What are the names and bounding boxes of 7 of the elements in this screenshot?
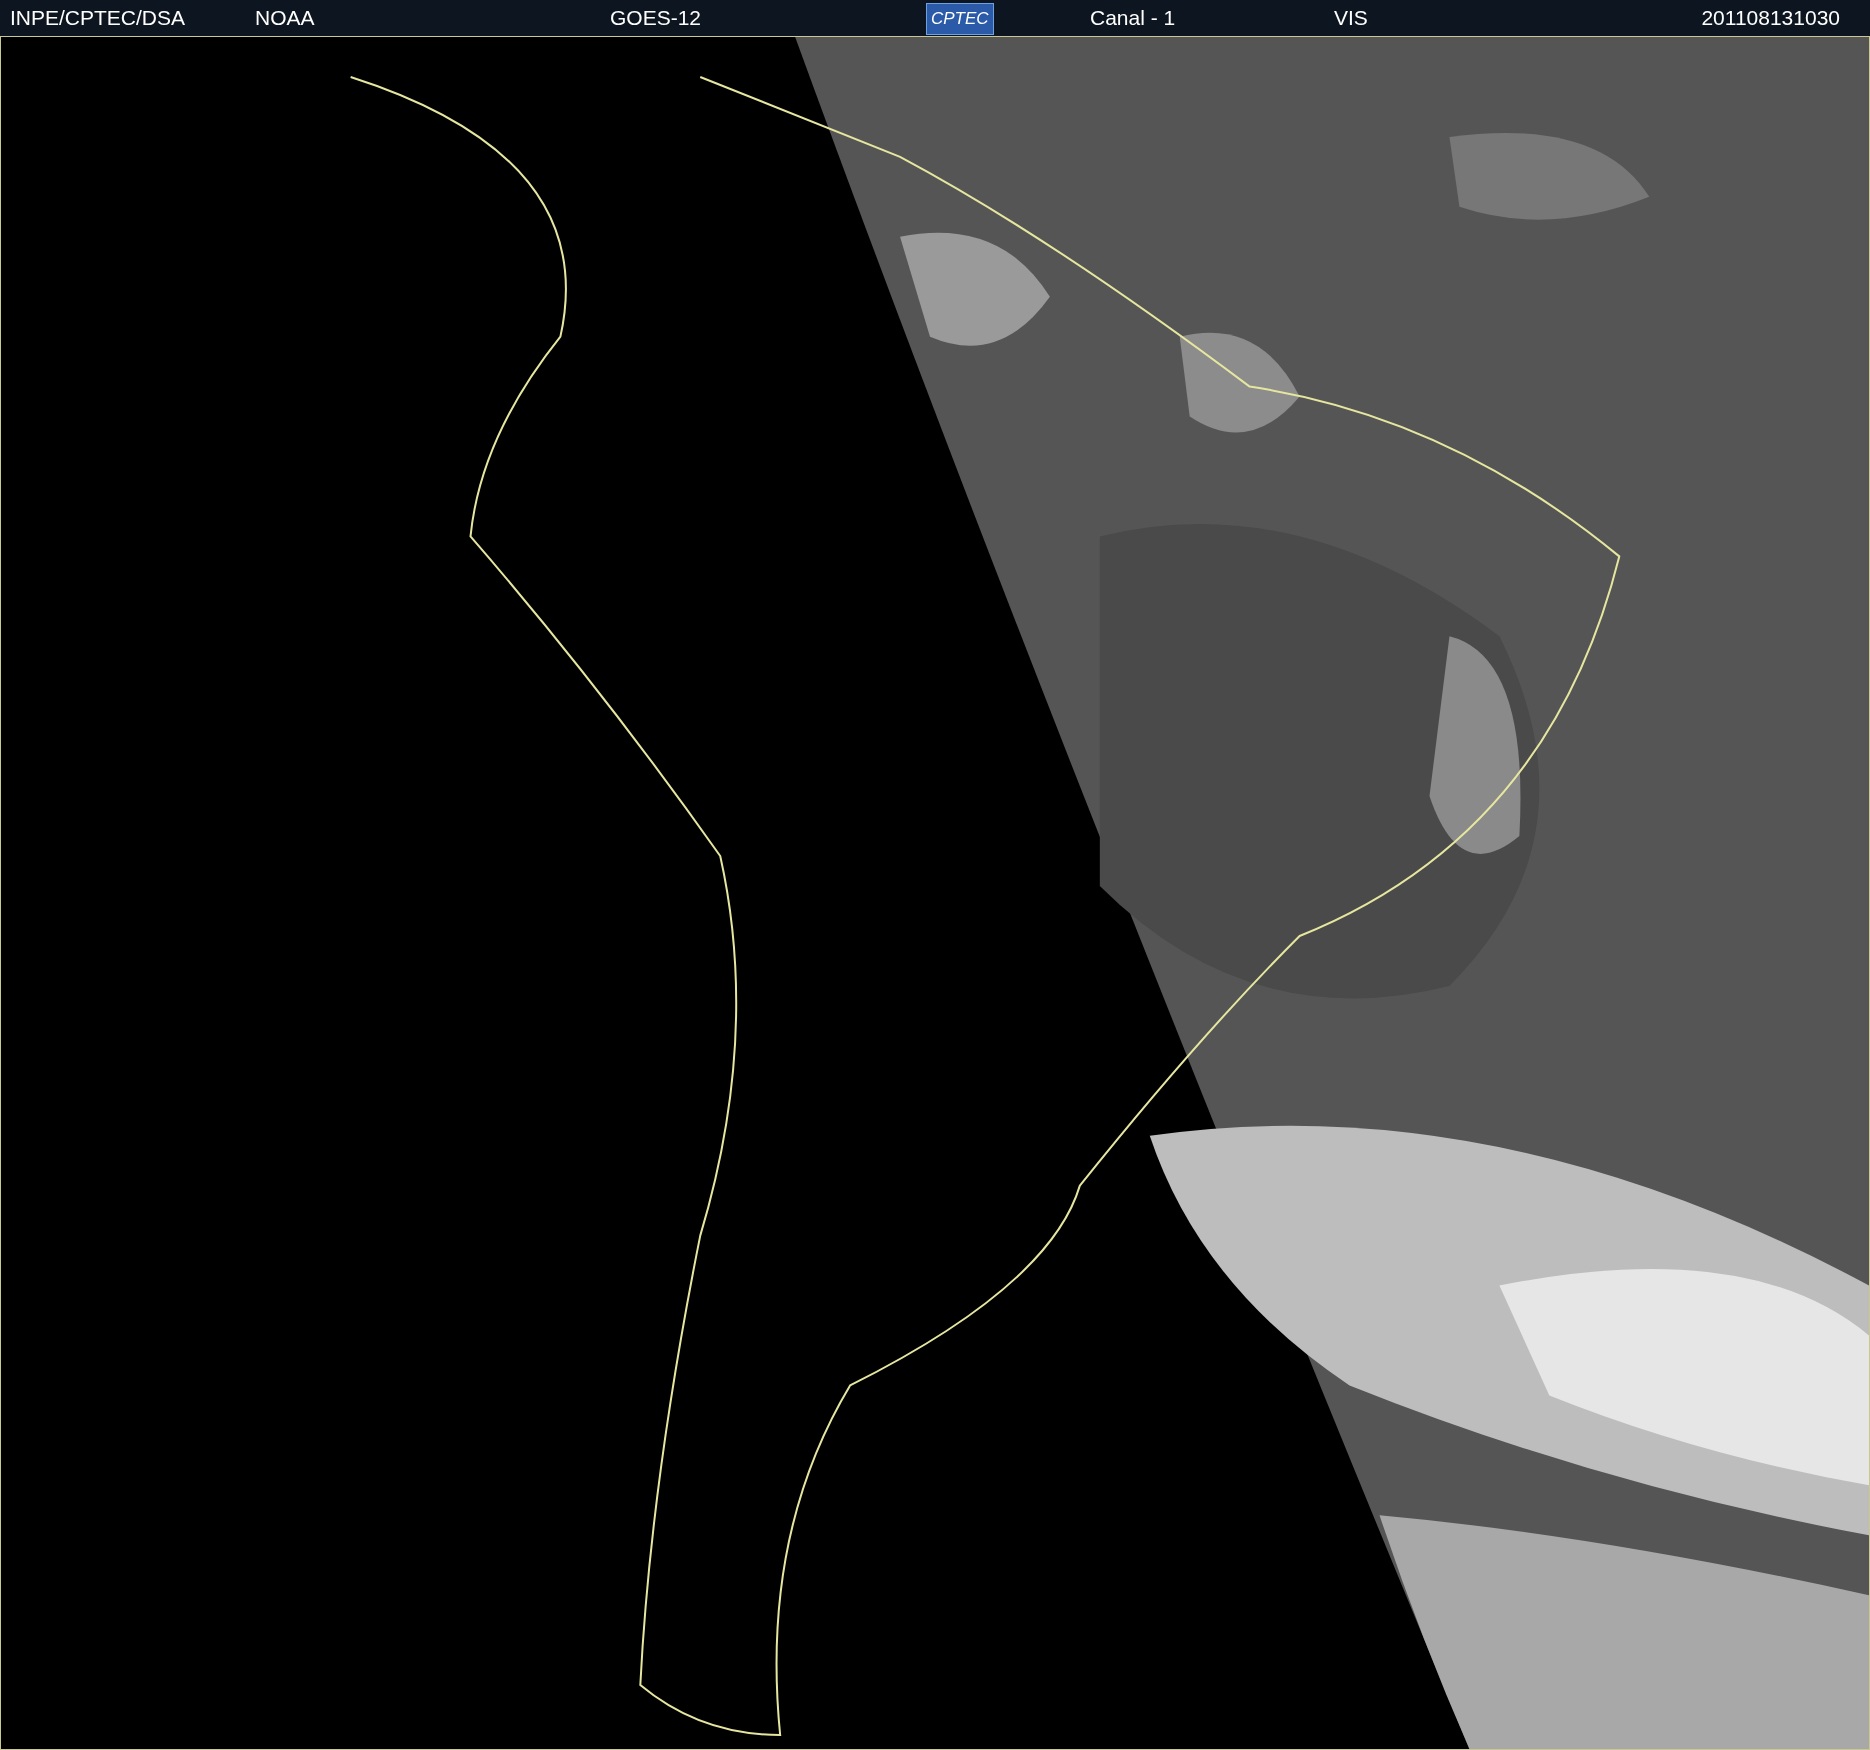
header-label: GOES-12: [610, 6, 702, 30]
header-label: 201108131030: [1701, 6, 1840, 30]
header-label: NOAA: [255, 6, 315, 30]
header-label: INPE/CPTEC/DSA: [10, 6, 186, 30]
header-label: Canal - 1: [1090, 6, 1176, 30]
logo: CPTEC: [926, 3, 994, 35]
header-label: VIS: [1334, 6, 1368, 30]
